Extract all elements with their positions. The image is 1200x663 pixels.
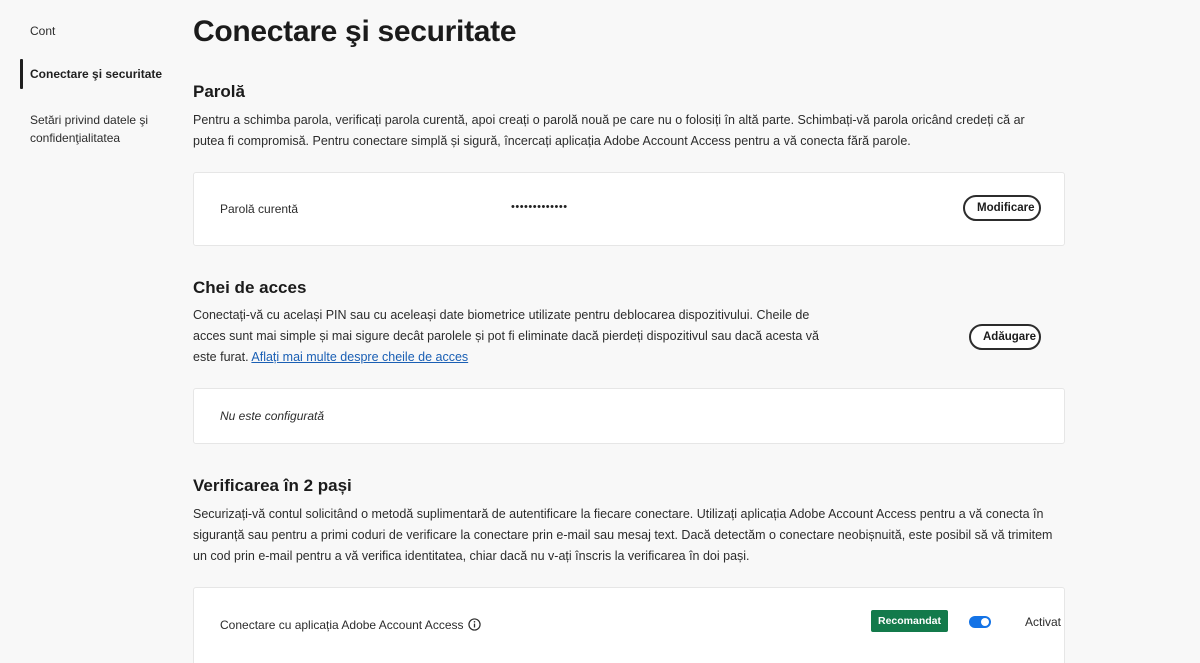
info-icon[interactable] — [467, 618, 481, 631]
password-section-title: Parolă — [193, 82, 245, 101]
toggle-knob — [981, 618, 989, 626]
passkey-status: Nu este configurată — [220, 409, 325, 423]
current-password-value: ••••••••••••• — [511, 201, 568, 213]
passkeys-learn-more-link[interactable]: Aflați mai multe despre cheile de acces — [251, 350, 468, 364]
sidebar-item-data-privacy[interactable]: Setări privind datele şi confidenţialita… — [20, 105, 170, 153]
page: Cont Conectare şi securitate Setări priv… — [0, 0, 1200, 663]
account-access-app-label: Conectare cu aplicația Adobe Account Acc… — [220, 618, 464, 632]
two-step-card: Conectare cu aplicația Adobe Account Acc… — [193, 587, 1065, 663]
add-passkey-button[interactable]: Adăugare — [969, 324, 1041, 350]
page-title: Conectare şi securitate — [193, 15, 517, 48]
password-card: Parolă curentă ••••••••••••• Modificare — [193, 172, 1065, 246]
password-description: Pentru a schimba parola, verificați paro… — [193, 113, 1025, 148]
account-access-toggle[interactable] — [969, 616, 991, 628]
toggle-state-label: Activat — [1025, 615, 1062, 629]
passkeys-description: Conectați-vă cu același PIN sau cu acele… — [193, 305, 833, 368]
passkeys-section-title: Chei de acces — [193, 278, 307, 297]
passkeys-card: Nu este configurată — [193, 388, 1065, 444]
two-step-section-title: Verificarea în 2 pași — [193, 476, 352, 495]
change-password-button[interactable]: Modificare — [963, 195, 1041, 221]
sidebar-item-account[interactable]: Cont — [20, 16, 170, 46]
account-access-app-row: Conectare cu aplicația Adobe Account Acc… — [220, 618, 481, 632]
sidebar-nav: Cont Conectare şi securitate Setări priv… — [20, 16, 170, 153]
two-step-description: Securizați-vă contul solicitând o metodă… — [193, 507, 1053, 563]
recommended-badge: Recomandat — [871, 610, 949, 632]
current-password-label: Parolă curentă — [220, 202, 299, 216]
sidebar-item-sign-in-security[interactable]: Conectare şi securitate — [20, 59, 170, 89]
